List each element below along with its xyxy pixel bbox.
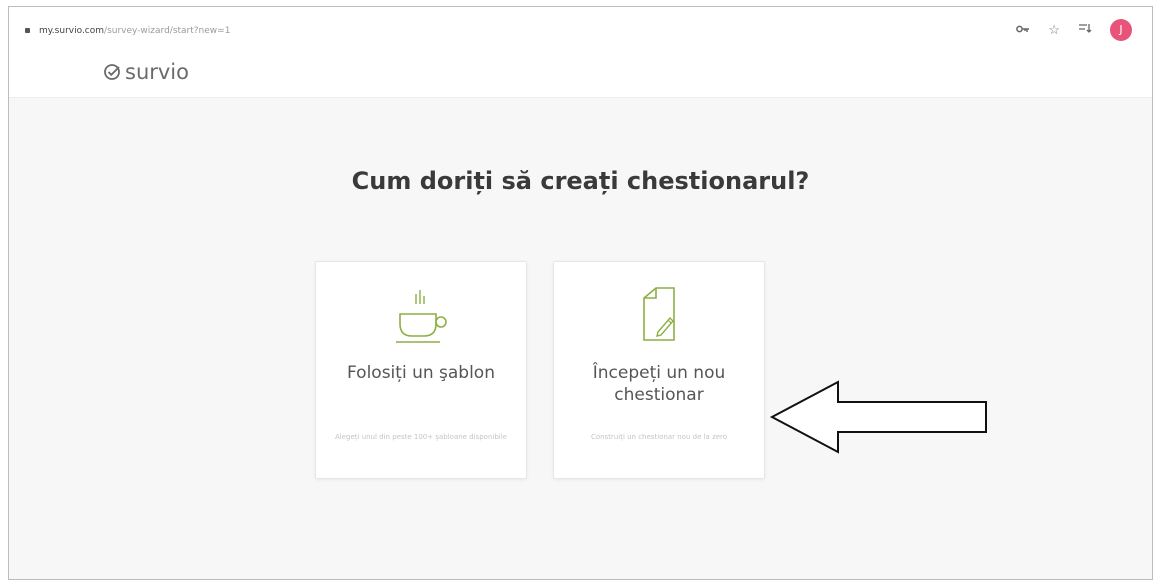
card-description: Alegeți unul din peste 100+ şabloane dis… bbox=[334, 433, 507, 441]
survio-logo[interactable]: survio bbox=[103, 60, 189, 84]
use-template-card[interactable]: Folosiți un şablon Alegeți unul din pest… bbox=[315, 261, 527, 479]
card-title: Folosiți un şablon bbox=[347, 363, 495, 383]
new-survey-card[interactable]: Începeți un nou chestionar Construiți un… bbox=[553, 261, 765, 479]
url-text[interactable]: my.survio.com/survey-wizard/start?new=1 bbox=[39, 26, 230, 36]
check-circle-icon bbox=[104, 64, 120, 80]
page-title: Cum doriți să creați chestionarul? bbox=[351, 167, 810, 195]
url-path: /survey-wizard/start?new=1 bbox=[104, 26, 231, 36]
site-header: survio bbox=[9, 53, 1152, 98]
browser-window: my.survio.com/survey-wizard/start?new=1 … bbox=[8, 6, 1153, 580]
star-icon[interactable]: ☆ bbox=[1048, 20, 1060, 40]
coffee-cup-icon bbox=[316, 284, 526, 346]
page-info-icon[interactable] bbox=[25, 28, 30, 33]
card-title: Începeți un nou chestionar bbox=[592, 363, 726, 405]
profile-avatar[interactable]: J bbox=[1110, 19, 1132, 41]
browser-toolbar: ☆ J bbox=[1016, 19, 1132, 41]
key-icon[interactable] bbox=[1016, 20, 1030, 40]
card-description: Construiți un chestionar nou de la zero bbox=[590, 433, 728, 441]
left-arrow-annotation bbox=[769, 380, 987, 454]
document-pen-icon bbox=[554, 284, 764, 346]
address-bar[interactable]: my.survio.com/survey-wizard/start?new=1 … bbox=[9, 7, 1152, 53]
queue-icon[interactable] bbox=[1078, 20, 1092, 40]
url-host: my.survio.com bbox=[39, 26, 105, 36]
logo-text: survio bbox=[125, 60, 189, 84]
